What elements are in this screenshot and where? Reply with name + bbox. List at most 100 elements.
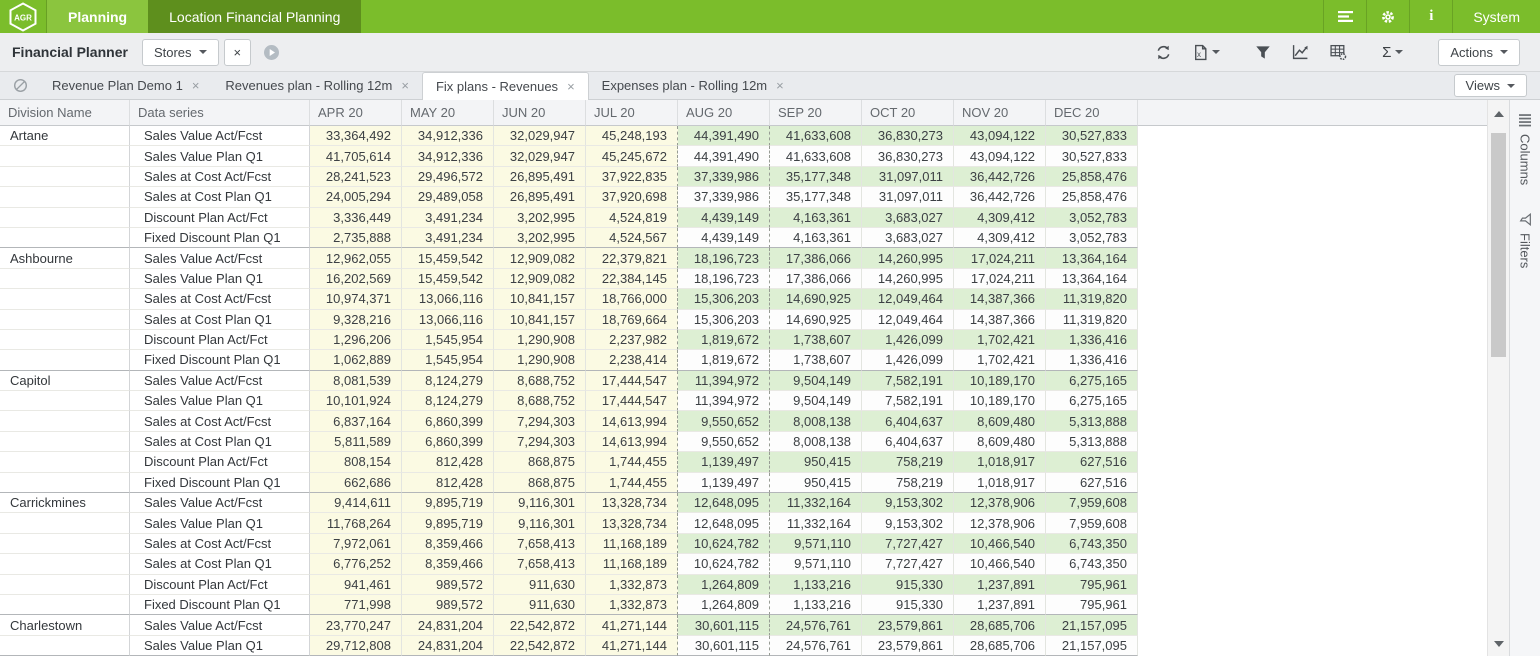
grid-cell[interactable]: 36,830,273 [862, 146, 954, 166]
grid-cell[interactable]: 5,313,888 [1046, 411, 1138, 431]
filters-panel-toggle[interactable]: Filters [1518, 213, 1533, 268]
grid-cell[interactable]: 1,738,607 [770, 350, 862, 370]
grid-cell[interactable]: 25,858,476 [1046, 187, 1138, 207]
grid-cell[interactable]: 1,545,954 [402, 350, 494, 370]
close-scope-button[interactable]: × [224, 39, 252, 66]
grid-cell[interactable]: 14,690,925 [770, 310, 862, 330]
grid-cell[interactable]: 22,542,872 [494, 636, 586, 656]
grid-cell[interactable]: 1,237,891 [954, 595, 1046, 615]
grid-cell[interactable]: 6,275,165 [1046, 391, 1138, 411]
grid-cell[interactable]: 7,294,303 [494, 432, 586, 452]
grid-cell[interactable]: 10,624,782 [678, 554, 770, 574]
grid-cell[interactable]: 7,658,413 [494, 534, 586, 554]
grid-cell[interactable]: 23,770,247 [310, 615, 402, 635]
grid-cell[interactable]: 14,613,994 [586, 432, 678, 452]
grid-cell[interactable]: 3,683,027 [862, 228, 954, 248]
grid-cell[interactable]: 10,841,157 [494, 310, 586, 330]
grid-cell[interactable]: 26,895,491 [494, 167, 586, 187]
grid-cell[interactable]: 4,524,567 [586, 228, 678, 248]
grid-cell[interactable]: 30,527,833 [1046, 146, 1138, 166]
grid-cell[interactable]: 795,961 [1046, 575, 1138, 595]
document-tab[interactable]: Revenues plan - Rolling 12m× [212, 72, 422, 99]
column-header-sep-20[interactable]: SEP 20 [770, 100, 862, 126]
scroll-up-arrow-icon[interactable] [1494, 111, 1504, 117]
grid-cell[interactable]: 24,576,761 [770, 636, 862, 656]
grid-cell[interactable]: 4,163,361 [770, 228, 862, 248]
tab-close-icon[interactable]: × [567, 79, 575, 94]
grid-cell[interactable]: 9,550,652 [678, 432, 770, 452]
tab-close-icon[interactable]: × [192, 78, 200, 93]
grid-cell[interactable]: 950,415 [770, 473, 862, 493]
grid-cell[interactable]: 17,444,547 [586, 371, 678, 391]
grid-cell[interactable]: 14,387,366 [954, 289, 1046, 309]
grid-cell[interactable]: 13,328,734 [586, 513, 678, 533]
agr-logo[interactable]: AGR [0, 0, 47, 33]
grid-cell[interactable]: 1,819,672 [678, 330, 770, 350]
grid-cell[interactable]: 915,330 [862, 595, 954, 615]
grid-cell[interactable]: 17,386,066 [770, 269, 862, 289]
grid-cell[interactable]: 9,895,719 [402, 513, 494, 533]
grid-cell[interactable]: 1,290,908 [494, 330, 586, 350]
grid-cell[interactable]: 24,831,204 [402, 615, 494, 635]
grid-cell[interactable]: 16,202,569 [310, 269, 402, 289]
grid-cell[interactable]: 8,081,539 [310, 371, 402, 391]
grid-cell[interactable]: 6,743,350 [1046, 554, 1138, 574]
grid-cell[interactable]: 9,116,301 [494, 513, 586, 533]
grid-cell[interactable]: 2,237,982 [586, 330, 678, 350]
info-icon[interactable]: i [1409, 0, 1452, 33]
grid-cell[interactable]: 627,516 [1046, 452, 1138, 472]
grid-cell[interactable]: 9,571,110 [770, 534, 862, 554]
grid-cell[interactable]: 45,245,672 [586, 146, 678, 166]
grid-cell[interactable]: 36,830,273 [862, 126, 954, 146]
grid-cell[interactable]: 17,386,066 [770, 248, 862, 268]
grid-cell[interactable]: 12,378,906 [954, 493, 1046, 513]
grid-cell[interactable]: 29,489,058 [402, 187, 494, 207]
grid-cell[interactable]: 8,124,279 [402, 391, 494, 411]
grid-cell[interactable]: 15,459,542 [402, 269, 494, 289]
grid-cell[interactable]: 34,912,336 [402, 126, 494, 146]
grid-cell[interactable]: 1,702,421 [954, 350, 1046, 370]
export-excel-dropdown[interactable]: x [1193, 44, 1220, 61]
grid-cell[interactable]: 4,439,149 [678, 208, 770, 228]
grid-cell[interactable]: 13,328,734 [586, 493, 678, 513]
grid-cell[interactable]: 1,018,917 [954, 452, 1046, 472]
grid-cell[interactable]: 22,542,872 [494, 615, 586, 635]
grid-cell[interactable]: 11,332,164 [770, 493, 862, 513]
grid-cell[interactable]: 3,052,783 [1046, 208, 1138, 228]
grid-cell[interactable]: 14,613,994 [586, 411, 678, 431]
grid-cell[interactable]: 1,744,455 [586, 452, 678, 472]
grid-cell[interactable]: 1,062,889 [310, 350, 402, 370]
grid-cell[interactable]: 17,024,211 [954, 248, 1046, 268]
grid-cell[interactable]: 31,097,011 [862, 187, 954, 207]
grid-cell[interactable]: 8,688,752 [494, 371, 586, 391]
grid-cell[interactable]: 1,336,416 [1046, 330, 1138, 350]
grid-cell[interactable]: 3,052,783 [1046, 228, 1138, 248]
scroll-down-arrow-icon[interactable] [1494, 641, 1504, 647]
grid-cell[interactable]: 41,271,144 [586, 615, 678, 635]
grid-cell[interactable]: 12,049,464 [862, 310, 954, 330]
grid-cell[interactable]: 6,860,399 [402, 432, 494, 452]
grid-cell[interactable]: 11,168,189 [586, 534, 678, 554]
grid-cell[interactable]: 7,972,061 [310, 534, 402, 554]
grid-cell[interactable]: 30,601,115 [678, 636, 770, 656]
grid-cell[interactable]: 4,439,149 [678, 228, 770, 248]
column-header-dec-20[interactable]: DEC 20 [1046, 100, 1138, 126]
column-header-nov-20[interactable]: NOV 20 [954, 100, 1046, 126]
grid-cell[interactable]: 29,712,808 [310, 636, 402, 656]
system-menu[interactable]: System [1452, 0, 1540, 33]
grid-cell[interactable]: 1,133,216 [770, 575, 862, 595]
grid-cell[interactable]: 37,339,986 [678, 167, 770, 187]
grid-cell[interactable]: 12,962,055 [310, 248, 402, 268]
grid-cell[interactable]: 37,339,986 [678, 187, 770, 207]
grid-cell[interactable]: 10,974,371 [310, 289, 402, 309]
grid-cell[interactable]: 812,428 [402, 473, 494, 493]
grid-cell[interactable]: 3,202,995 [494, 208, 586, 228]
grid-cell[interactable]: 771,998 [310, 595, 402, 615]
grid-cell[interactable]: 32,029,947 [494, 146, 586, 166]
grid-cell[interactable]: 41,633,608 [770, 146, 862, 166]
grid-cell[interactable]: 3,491,234 [402, 228, 494, 248]
grid-cell[interactable]: 14,260,995 [862, 248, 954, 268]
grid-cell[interactable]: 11,394,972 [678, 391, 770, 411]
grid-cell[interactable]: 37,920,698 [586, 187, 678, 207]
grid-cell[interactable]: 9,414,611 [310, 493, 402, 513]
